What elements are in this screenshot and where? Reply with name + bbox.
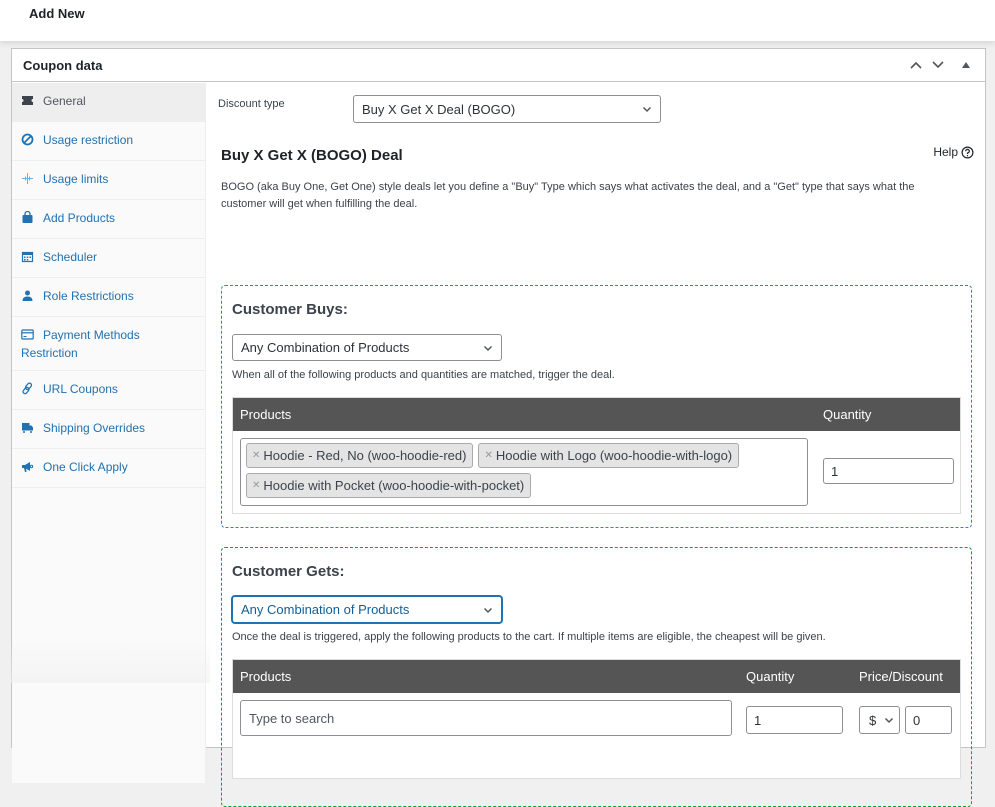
triangle-up-icon xyxy=(962,62,970,68)
gets-product-search-input[interactable]: Type to search xyxy=(240,700,732,736)
column-header-quantity: Quantity xyxy=(823,407,872,422)
product-tag: ✕ Hoodie with Pocket (woo-hoodie-with-poc… xyxy=(246,473,532,498)
column-header-products: Products xyxy=(240,669,292,684)
deal-description: BOGO (aka Buy One, Get One) style deals … xyxy=(221,181,915,210)
help-link[interactable]: Help xyxy=(933,145,974,159)
product-tag-label: Hoodie with Logo (woo-hoodie-with-logo) xyxy=(495,448,733,463)
customer-buys-section: Customer Buys: Any Combination of Produc… xyxy=(221,285,972,528)
panel-actions xyxy=(907,57,975,73)
sidebar-item-label: URL Coupons xyxy=(43,382,118,396)
sidebar-item-label: Usage restriction xyxy=(43,133,134,147)
chevron-down-icon xyxy=(483,345,493,351)
sidebar-item-label: One Click Apply xyxy=(43,460,128,474)
remove-tag-icon[interactable]: ✕ xyxy=(484,450,492,461)
coupon-data-header: Coupon data xyxy=(12,49,985,82)
customer-buys-heading: Customer Buys: xyxy=(232,301,348,318)
column-header-products: Products xyxy=(240,407,292,422)
calendar-icon xyxy=(21,251,34,263)
sidebar-item-scheduler[interactable]: Scheduler xyxy=(12,239,205,278)
toggle-panel-button[interactable] xyxy=(957,57,975,73)
sidebar-item-one-click-apply[interactable]: One Click Apply xyxy=(12,449,205,488)
deal-title: Buy X Get X (BOGO) Deal xyxy=(221,147,403,164)
buys-quantity-value: 1 xyxy=(831,463,839,479)
sidebar-item-payment-methods-restriction[interactable]: Payment Methods Restriction xyxy=(12,317,205,371)
buys-type-select[interactable]: Any Combination of Products xyxy=(232,334,502,361)
chevron-down-icon xyxy=(642,106,652,113)
discount-value-input[interactable]: 0 xyxy=(905,706,952,734)
page-header: Add New xyxy=(0,0,995,41)
gets-products-table: Products Quantity Price/Discount Type to… xyxy=(232,659,961,779)
chevron-down-icon xyxy=(483,607,493,613)
gets-table-header: Products Quantity Price/Discount xyxy=(233,660,960,693)
column-header-quantity: Quantity xyxy=(746,669,795,684)
sidebar-item-label: Add Products xyxy=(43,211,116,225)
buys-type-value: Any Combination of Products xyxy=(241,340,410,355)
user-icon xyxy=(22,290,33,301)
sidebar-item-label: Scheduler xyxy=(43,250,98,264)
buys-products-table: Products Quantity ✕ Hoodie - Red, No (woo… xyxy=(232,397,961,514)
remove-tag-icon[interactable]: ✕ xyxy=(252,480,260,491)
gets-note: Once the deal is triggered, apply the fo… xyxy=(232,631,826,643)
customer-gets-section: Customer Gets: Any Combination of Produc… xyxy=(221,547,972,807)
coupon-data-panel: Coupon data General Usage restriction Us… xyxy=(11,48,986,807)
coupon-data-title: Coupon data xyxy=(23,58,103,73)
gets-quantity-input[interactable]: 1 xyxy=(746,706,843,734)
product-tag: ✕ Hoodie with Logo (woo-hoodie-with-logo) xyxy=(478,443,740,468)
discount-value: 0 xyxy=(913,712,921,728)
sidebar-item-url-coupons[interactable]: URL Coupons xyxy=(12,371,205,410)
limits-icon xyxy=(22,173,33,184)
sidebar-item-shipping-overrides[interactable]: Shipping Overrides xyxy=(12,410,205,449)
remove-tag-icon[interactable]: ✕ xyxy=(252,450,260,461)
gets-type-value: Any Combination of Products xyxy=(241,602,410,617)
product-tag-label: Hoodie - Red, No (woo-hoodie-red) xyxy=(263,448,467,463)
search-placeholder: Type to search xyxy=(249,710,335,726)
sidebar-item-role-restrictions[interactable]: Role Restrictions xyxy=(12,278,205,317)
chevron-up-icon xyxy=(910,61,922,69)
truck-icon xyxy=(22,423,33,433)
block-icon xyxy=(21,133,34,146)
discount-type-symbol: $ xyxy=(869,712,877,728)
buys-products-multiselect[interactable]: ✕ Hoodie - Red, No (woo-hoodie-red) ✕ Hood… xyxy=(240,438,808,506)
sidebar-item-usage-limits[interactable]: Usage limits xyxy=(12,161,205,200)
megaphone-icon xyxy=(22,462,34,472)
page-title: Add New xyxy=(29,6,85,21)
buys-quantity-input[interactable]: 1 xyxy=(823,458,954,484)
chevron-down-icon xyxy=(884,717,894,724)
move-up-button[interactable] xyxy=(907,57,925,73)
discount-type-selector[interactable]: $ xyxy=(859,706,900,734)
discount-type-value: Buy X Get X Deal (BOGO) xyxy=(362,101,516,117)
help-label: Help xyxy=(933,145,958,159)
ticket-icon xyxy=(22,96,33,105)
help-icon xyxy=(961,145,974,159)
gets-quantity-value: 1 xyxy=(754,712,762,728)
move-down-button[interactable] xyxy=(929,57,947,73)
sidebar-item-label: Payment Methods Restriction xyxy=(21,328,140,360)
coupon-tabs-sidebar: General Usage restriction Usage limits A… xyxy=(12,83,206,783)
shopping-bag-icon xyxy=(22,211,33,223)
sidebar-item-add-products[interactable]: Add Products xyxy=(12,200,205,239)
sidebar-item-label: Usage limits xyxy=(43,172,109,186)
column-header-price-discount: Price/Discount xyxy=(859,669,943,684)
product-tag-label: Hoodie with Pocket (woo-hoodie-with-pock… xyxy=(263,478,525,493)
credit-card-icon xyxy=(21,329,34,340)
gets-type-select[interactable]: Any Combination of Products xyxy=(232,596,502,623)
sidebar-item-label: Role Restrictions xyxy=(43,289,134,303)
sidebar-item-label: General xyxy=(43,94,86,108)
general-tab-panel: Discount type Buy X Get X Deal (BOGO) Bu… xyxy=(207,83,985,807)
buys-table-header: Products Quantity xyxy=(233,398,960,431)
buys-note: When all of the following products and q… xyxy=(232,369,615,381)
sidebar-item-general[interactable]: General xyxy=(12,83,205,122)
link-icon xyxy=(22,382,33,395)
discount-type-label: Discount type xyxy=(218,98,285,110)
discount-type-select[interactable]: Buy X Get X Deal (BOGO) xyxy=(353,95,661,123)
sidebar-item-label: Shipping Overrides xyxy=(43,421,146,435)
sidebar-item-usage-restriction[interactable]: Usage restriction xyxy=(12,122,205,161)
customer-gets-heading: Customer Gets: xyxy=(232,563,345,580)
product-tag: ✕ Hoodie - Red, No (woo-hoodie-red) xyxy=(246,443,474,468)
chevron-down-icon xyxy=(932,61,944,69)
